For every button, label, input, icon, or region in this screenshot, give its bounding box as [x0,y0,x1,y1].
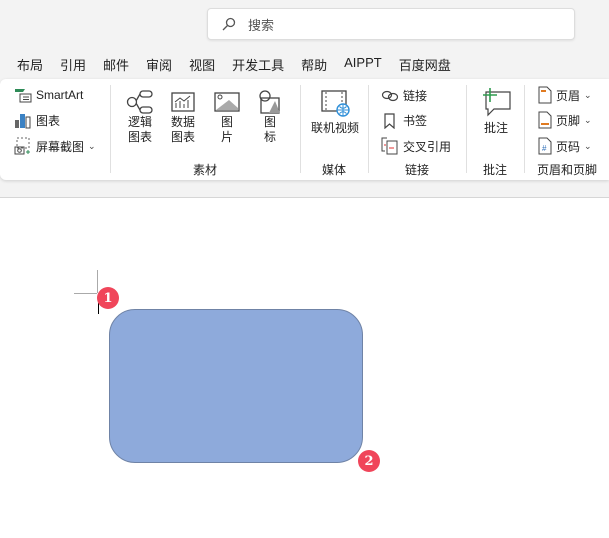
chevron-down-icon[interactable]: ⌄ [584,141,592,152]
tab-review[interactable]: 审阅 [146,55,172,74]
header-label: 页眉 [556,88,581,103]
tab-references[interactable]: 引用 [60,55,86,74]
link-button[interactable]: 链接 [381,87,427,104]
ribbon: SmartArt 图表 屏幕截图 ⌄ 逻辑 图表 数据 图表 图 片 图 标 素… [0,79,609,180]
icons-label-1: 图 [263,115,276,129]
group-label-media: 媒体 [321,163,346,177]
group-label-materials: 素材 [192,163,217,177]
group-label-comments: 批注 [482,163,507,177]
tab-baidu-netdisk[interactable]: 百度网盘 [399,55,451,74]
bar-chart-icon [15,113,31,128]
data-chart-icon [171,92,195,112]
link-label: 链接 [403,89,428,103]
screenshot-button[interactable]: 屏幕截图 ⌄ [14,137,96,155]
data-chart-button[interactable]: 数据 图表 [169,89,197,145]
svg-text:#: # [542,144,547,153]
picture-label-2: 片 [220,130,233,144]
footer-icon [538,111,552,129]
chart-button[interactable]: 图表 [14,112,60,129]
search-placeholder: 搜索 [248,17,275,33]
comment-label: 批注 [483,121,508,135]
footer-label: 页脚 [556,113,581,128]
smartart-icon [15,89,32,103]
divider [466,85,467,173]
screenshot-label: 屏幕截图 [36,139,85,154]
smartart-button[interactable]: SmartArt [14,87,83,103]
picture-button[interactable]: 图 片 [213,89,241,145]
rounded-rectangle-shape[interactable] [109,309,363,463]
cross-reference-label: 交叉引用 [403,139,452,154]
group-label-header-footer: 页眉和页脚 [536,163,597,177]
header-button[interactable]: 页眉 ⌄ [538,86,592,104]
link-icon [381,90,399,101]
chevron-down-icon[interactable]: ⌄ [88,141,96,152]
cross-reference-icon [381,137,398,155]
footer-button[interactable]: 页脚 ⌄ [538,111,592,129]
margin-corner-mark [74,293,97,294]
icons-button[interactable]: 图 标 [256,89,284,145]
picture-icon [214,92,240,112]
bookmark-label: 书签 [403,114,428,128]
page-number-label: 页码 [556,139,581,154]
tab-view[interactable]: 视图 [189,55,215,74]
search-box[interactable]: 搜索 [207,8,575,40]
icons-label-2: 标 [263,130,276,144]
page-number-button[interactable]: # 页码 ⌄ [538,137,592,155]
group-label-links: 链接 [404,163,429,177]
online-video-label: 联机视频 [310,121,359,135]
bookmark-button[interactable]: 书签 [381,112,427,129]
comment-icon [483,88,511,117]
tab-layout[interactable]: 布局 [17,55,43,74]
comment-button[interactable]: 批注 [476,87,516,136]
divider [368,85,369,173]
screenshot-icon [14,137,30,155]
picture-label-1: 图 [220,115,233,129]
header-icon [538,86,552,104]
tab-help[interactable]: 帮助 [301,55,327,74]
divider [110,85,111,173]
divider [524,85,525,173]
data-chart-label-1: 数据 [170,115,195,129]
title-area: 搜索 布局 引用 邮件 审阅 视图 开发工具 帮助 AIPPT 百度网盘 Sma… [0,0,609,198]
tab-mailings[interactable]: 邮件 [103,55,129,74]
ribbon-tabs: 布局 引用 邮件 审阅 视图 开发工具 帮助 AIPPT 百度网盘 [17,55,468,74]
margin-corner-mark [97,270,98,293]
smartart-label: SmartArt [36,88,84,102]
annotation-badge-2: 2 [358,450,380,472]
chart-label: 图表 [36,114,61,128]
logic-chart-button[interactable]: 逻辑 图表 [126,89,154,145]
logic-chart-label-2: 图表 [127,130,152,144]
divider [300,85,301,173]
page-number-icon: # [538,137,552,155]
bookmark-icon [384,112,395,129]
search-icon [222,17,236,31]
tab-aippt[interactable]: AIPPT [344,55,382,74]
tab-developer[interactable]: 开发工具 [232,55,284,74]
logic-chart-label-1: 逻辑 [127,115,152,129]
icons-icon [259,90,280,114]
cross-reference-button[interactable]: 交叉引用 [381,137,451,155]
chevron-down-icon[interactable]: ⌄ [584,115,592,126]
chevron-down-icon[interactable]: ⌄ [584,90,592,101]
online-video-icon [321,90,350,117]
data-chart-label-2: 图表 [170,130,195,144]
annotation-badge-1: 1 [97,287,119,309]
online-video-button[interactable]: 联机视频 [308,89,362,136]
logic-chart-icon [126,90,153,114]
